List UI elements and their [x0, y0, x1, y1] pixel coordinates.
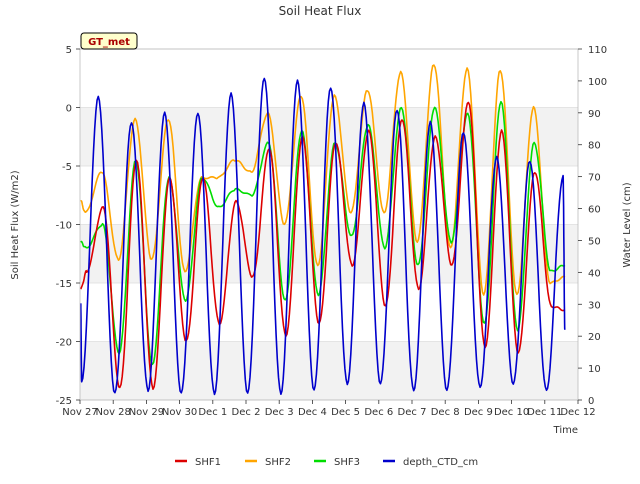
y-tick-label: -20: [56, 338, 72, 349]
y2-tick-label: 50: [588, 236, 601, 247]
x-tick-label: Dec 7: [398, 407, 427, 418]
legend-label: SHF2: [265, 457, 291, 468]
y2-tick-label: 10: [588, 364, 601, 375]
soil-heat-flux-chart: Nov 27Nov 28Nov 29Nov 30 Dec 1 Dec 2 Dec 3 D…: [10, 4, 633, 468]
chart-container: Nov 27 Nov 28 Nov 29 Nov 30 Dec 1 Dec 2 Dec 3 D…: [0, 0, 640, 480]
y-tick-label: 0: [66, 104, 72, 115]
y2-tick-label: 110: [588, 45, 607, 56]
x-tick-label: Dec 2: [232, 407, 261, 418]
chart-title: Soil Heat Flux: [279, 4, 362, 18]
x-tick-label: Dec 1: [198, 407, 227, 418]
x-tick-label: Nov 27: [62, 407, 97, 418]
x-tick-label: Dec 6: [364, 407, 393, 418]
y2-tick-label: 30: [588, 300, 601, 311]
y2-axis-ticks: 0 10 20 30 40 50 60 70 80 90 100 110: [578, 45, 607, 407]
y-tick-label: -5: [62, 162, 72, 173]
x-axis-ticks: Nov 27Nov 28Nov 29Nov 30 Dec 1 Dec 2 Dec 3 D…: [62, 400, 596, 418]
y-tick-label: -10: [56, 221, 72, 232]
y-axis-label: Soil Heat Flux (W/m2): [10, 170, 21, 279]
y2-tick-label: 90: [588, 109, 601, 120]
x-tick-label: Dec 3: [265, 407, 294, 418]
y2-tick-label: 80: [588, 141, 601, 152]
legend-label: depth_CTD_cm: [403, 457, 478, 468]
y2-tick-label: 60: [588, 205, 601, 216]
x-tick-label: Dec 9: [464, 407, 493, 418]
y2-tick-label: 0: [588, 396, 594, 407]
y-tick-label: -15: [56, 279, 72, 290]
y-tick-label: 5: [66, 45, 72, 56]
y2-axis-label: Water Level (cm): [622, 182, 633, 267]
x-tick-label: Nov 30: [162, 407, 197, 418]
legend-label: SHF3: [334, 457, 360, 468]
x-tick-label: Dec 4: [298, 407, 327, 418]
legend-label: SHF1: [195, 457, 221, 468]
x-tick-label: Dec 8: [431, 407, 460, 418]
x-tick-label: Dec 10: [494, 407, 529, 418]
y2-tick-label: 100: [588, 77, 607, 88]
y-axis-ticks: -25 -20 -15 -10 -5 0 5: [56, 45, 80, 407]
x-tick-label: Dec 11: [527, 407, 562, 418]
legend: SHF1 SHF2 SHF3 depth_CTD_cm: [175, 457, 478, 468]
y2-tick-label: 20: [588, 332, 601, 343]
y2-tick-label: 70: [588, 173, 601, 184]
y2-tick-label: 40: [588, 268, 601, 279]
x-tick-label: Nov 28: [95, 407, 130, 418]
x-tick-label: Nov 29: [129, 407, 164, 418]
x-tick-label: Dec 12: [560, 407, 595, 418]
site-badge: GT_met: [80, 32, 138, 50]
site-badge-label: GT_met: [88, 37, 130, 48]
y-tick-label: -25: [56, 396, 72, 407]
x-tick-label: Dec 5: [331, 407, 360, 418]
x-axis-label: Time: [553, 425, 578, 436]
